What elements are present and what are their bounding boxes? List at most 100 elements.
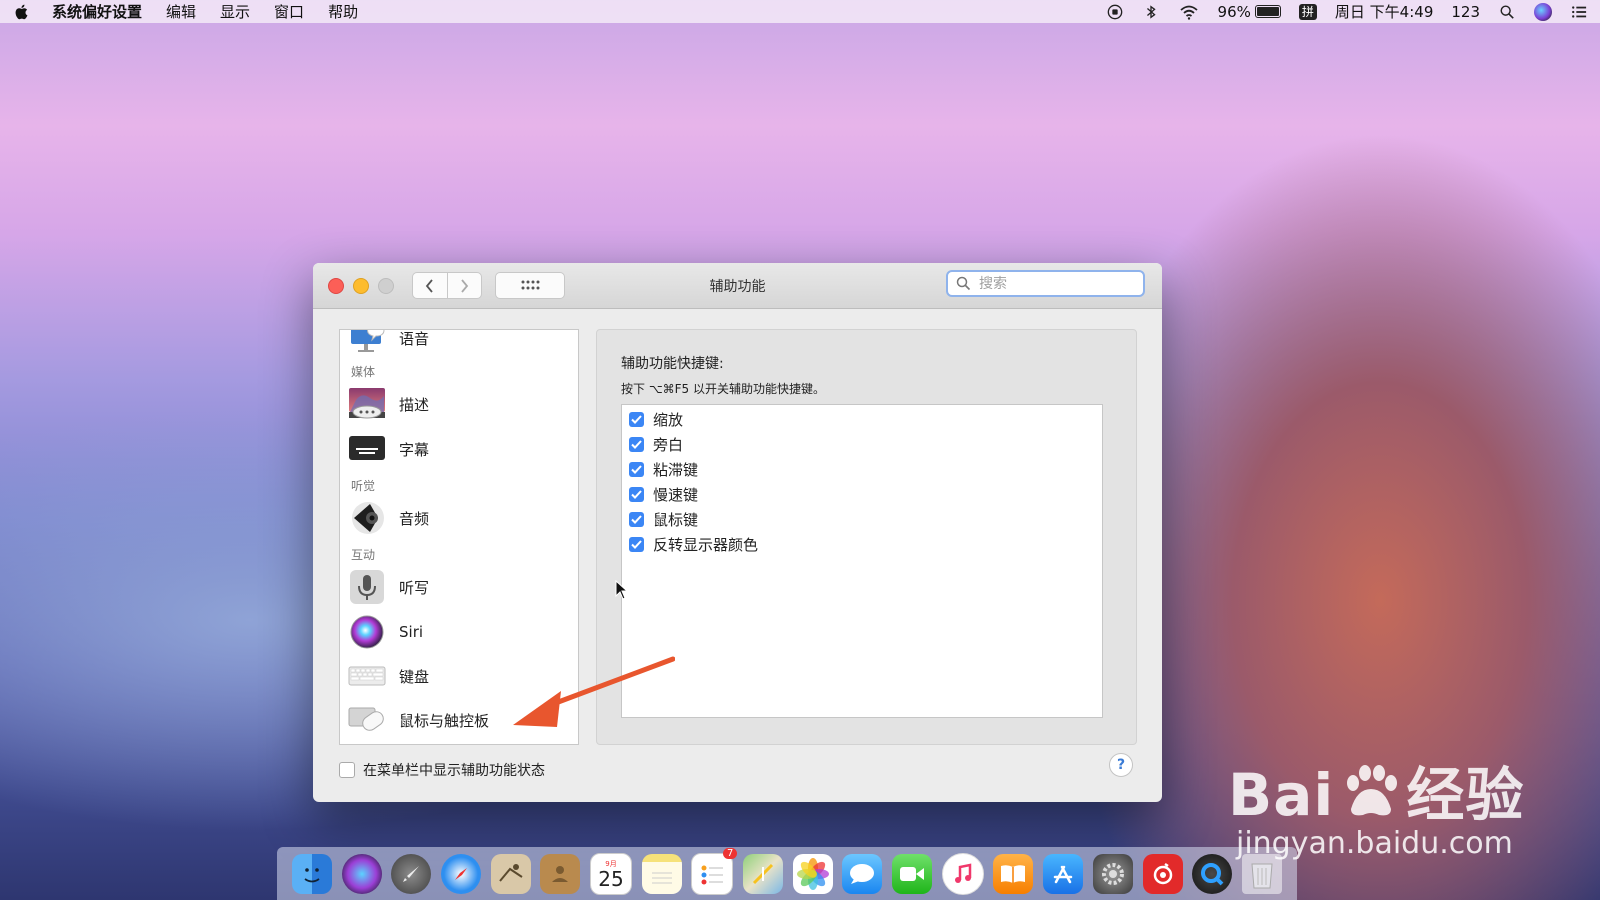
sidebar-item-keyboard[interactable]: 键盘 [348,656,429,696]
spotlight-search-icon[interactable] [1498,4,1516,20]
sidebar-item-dictation[interactable]: 听写 [348,567,429,607]
finder-icon[interactable] [291,853,332,894]
checkmark-icon [631,440,642,449]
siri-dock-icon[interactable] [341,853,382,894]
baidu-jingyan-watermark: Bai 经验 [1228,748,1524,832]
checkmark-icon [631,465,642,474]
category-media: 媒体 [351,365,376,379]
option-label: 粘滞键 [653,461,699,479]
checkbox-checked[interactable] [629,512,644,527]
checkmark-icon [631,540,642,549]
option-label: 缩放 [653,411,684,429]
menu-edit[interactable]: 编辑 [166,1,196,22]
calendar-icon[interactable]: 9月 25 [589,852,632,895]
option-label: 鼠标键 [653,511,699,529]
checkmark-icon [631,515,642,524]
battery-status[interactable]: 96% [1218,3,1281,21]
facetime-icon[interactable] [892,853,933,894]
system-preferences-icon[interactable] [1092,853,1133,894]
menu-app-name[interactable]: 系统偏好设置 [52,1,142,22]
siri-icon [348,614,386,650]
launchpad-icon[interactable] [391,853,432,894]
mail-stamp-icon[interactable] [490,853,531,894]
option-voiceover[interactable]: 旁白 [629,434,683,455]
battery-icon [1254,5,1281,18]
sidebar-item-captions[interactable]: 字幕 [348,429,429,469]
option-slow-keys[interactable]: 慢速键 [629,484,698,505]
checkbox-checked[interactable] [629,537,644,552]
checkbox-checked[interactable] [629,437,644,452]
category-hearing: 听觉 [351,479,376,493]
watermark-url: jingyan.baidu.com [1236,826,1513,861]
checkbox-checked[interactable] [629,487,644,502]
watermark-brand: Bai [1228,761,1335,829]
descriptions-icon [348,386,386,422]
messages-icon[interactable] [842,853,883,894]
search-field[interactable] [946,270,1145,297]
menu-view[interactable]: 显示 [220,1,250,22]
apple-menu-icon[interactable] [14,3,30,21]
battery-percent: 96% [1217,2,1251,21]
watermark-brand-zh: 经验 [1406,761,1525,829]
option-sticky-keys[interactable]: 粘滞键 [629,459,698,480]
option-zoom[interactable]: 缩放 [629,409,683,430]
checkmark-icon [631,415,642,424]
menu-help[interactable]: 帮助 [328,1,358,22]
input-method-indicator[interactable]: 拼 [1298,3,1317,20]
menubar-status-area: 96% 拼 周日 下午4:49 123 [1106,0,1588,23]
reminders-badge: 7 [722,847,738,859]
option-label: 慢速键 [653,486,699,504]
option-mouse-keys[interactable]: 鼠标键 [629,509,698,530]
paw-logo-icon [1347,765,1398,816]
mouse-trackpad-icon [348,702,386,738]
checkmark-icon [631,490,642,499]
reminders-icon[interactable]: 7 [691,847,738,895]
shortcut-section-title: 辅助功能快捷键: [621,356,724,372]
shortcut-description: 按下 ⌥⌘F5 以开关辅助功能快捷键。 [621,382,825,396]
checkbox-unchecked[interactable] [339,762,355,778]
show-in-menubar-label: 在菜单栏中显示辅助功能状态 [363,763,545,779]
bluetooth-icon[interactable] [1142,4,1160,20]
quicktime-icon[interactable] [1192,853,1233,894]
sidebar-item-label: 语音 [399,329,430,348]
sidebar-item-speech[interactable]: 语音 [348,329,430,358]
menubar-extra-text[interactable]: 123 [1451,3,1480,21]
option-label: 旁白 [653,436,684,454]
help-button[interactable]: ? [1109,753,1133,777]
siri-menubar-icon[interactable] [1534,2,1552,21]
search-input[interactable] [977,274,1131,293]
notes-icon[interactable] [641,853,682,894]
netease-music-icon[interactable] [1142,853,1183,894]
notification-center-icon[interactable] [1570,4,1588,20]
checkbox-checked[interactable] [629,412,644,427]
wifi-icon[interactable] [1178,4,1200,20]
contacts-icon[interactable] [540,853,581,894]
audio-icon [348,500,386,536]
safari-icon[interactable] [440,853,481,894]
sidebar-item-label: 听写 [399,578,430,597]
option-invert-colors[interactable]: 反转显示器颜色 [629,534,758,555]
captions-icon [348,431,386,467]
ibooks-icon[interactable] [993,853,1034,894]
menu-window[interactable]: 窗口 [274,1,304,22]
checkbox-checked[interactable] [629,462,644,477]
screen-record-icon[interactable] [1106,4,1124,20]
dictation-icon [348,569,386,605]
sidebar-item-label: 键盘 [399,667,430,686]
menubar-clock[interactable]: 周日 下午4:49 [1335,1,1433,22]
app-store-icon[interactable] [1043,853,1084,894]
maps-icon[interactable] [743,853,784,894]
sidebar-item-siri[interactable]: Siri [348,612,423,652]
sidebar-item-label: Siri [399,623,424,641]
dock: 9月 25 7 [277,847,1297,900]
sidebar-item-descriptions[interactable]: 描述 [348,384,429,424]
annotation-arrow-icon [513,656,675,727]
category-interacting: 互动 [351,548,376,562]
photos-icon[interactable] [792,853,833,894]
itunes-icon[interactable] [941,852,984,895]
sidebar-item-label: 字幕 [399,440,430,459]
accessibility-preferences-window: 辅助功能 语音 媒体 描述 字幕 听觉 [313,263,1162,802]
sidebar-item-audio[interactable]: 音频 [348,498,429,538]
sidebar-item-mouse-trackpad[interactable]: 鼠标与触控板 [348,700,489,740]
show-in-menubar-option[interactable]: 在菜单栏中显示辅助功能状态 [339,760,545,780]
